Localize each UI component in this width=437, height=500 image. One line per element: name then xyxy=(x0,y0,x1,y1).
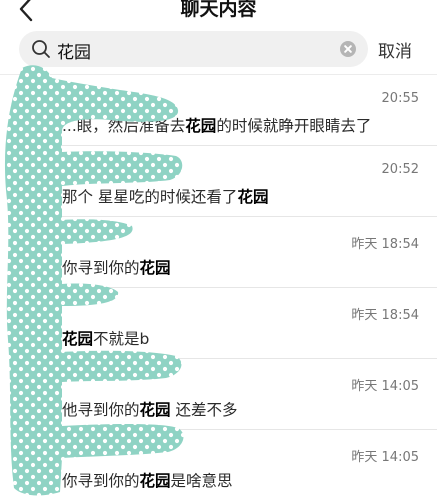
message-text: 你寻到你的花园是啥意思 xyxy=(62,472,233,490)
search-row: 花园 取消 xyxy=(0,31,437,67)
message-text: ...眼，然后准备去花园的时候就睁开眼睛去了 xyxy=(62,117,372,135)
search-query: 花园 xyxy=(57,43,91,63)
list-item[interactable]: 昨天 14:05 他寻到你的花园 还差不多 xyxy=(62,359,437,430)
message-text: 花园不就是b xyxy=(62,330,150,348)
message-text: 他寻到你的花园 还差不多 xyxy=(62,401,238,419)
results-list: 20:55 ...眼，然后准备去花园的时候就睁开眼睛去了 20:52 那个 星星… xyxy=(0,75,437,500)
clear-icon[interactable] xyxy=(340,41,356,57)
message-time: 昨天 14:05 xyxy=(351,450,419,465)
list-item[interactable]: 20:52 那个 星星吃的时候还看了花园 xyxy=(62,146,437,217)
highlight-keyword: 花园 xyxy=(139,401,171,419)
highlight-keyword: 花园 xyxy=(139,472,171,490)
list-item[interactable]: 20:55 ...眼，然后准备去花园的时候就睁开眼睛去了 xyxy=(62,75,437,146)
message-time: 20:55 xyxy=(381,91,419,106)
list-item[interactable]: 昨天 18:54 花园不就是b xyxy=(62,288,437,359)
search-input[interactable]: 花园 xyxy=(19,31,368,67)
message-text: 那个 星星吃的时候还看了花园 xyxy=(62,188,269,206)
highlight-keyword: 花园 xyxy=(185,117,217,135)
cancel-button[interactable]: 取消 xyxy=(378,37,412,62)
message-time: 昨天 14:05 xyxy=(351,379,419,394)
list-item[interactable]: 昨天 14:05 你寻到你的花园是啥意思 xyxy=(62,430,437,500)
message-time: 昨天 18:54 xyxy=(351,308,419,323)
highlight-keyword: 花园 xyxy=(139,259,171,277)
highlight-keyword: 花园 xyxy=(62,330,94,348)
top-bar: 聊天内容 xyxy=(0,0,437,26)
message-time: 昨天 18:54 xyxy=(351,237,419,252)
highlight-keyword: 花园 xyxy=(237,188,269,206)
message-text: 你寻到你的花园 xyxy=(62,259,171,277)
list-item[interactable]: 昨天 18:54 你寻到你的花园 xyxy=(62,217,437,288)
page-title: 聊天内容 xyxy=(180,0,257,20)
search-icon xyxy=(32,40,50,58)
message-time: 20:52 xyxy=(381,162,419,177)
